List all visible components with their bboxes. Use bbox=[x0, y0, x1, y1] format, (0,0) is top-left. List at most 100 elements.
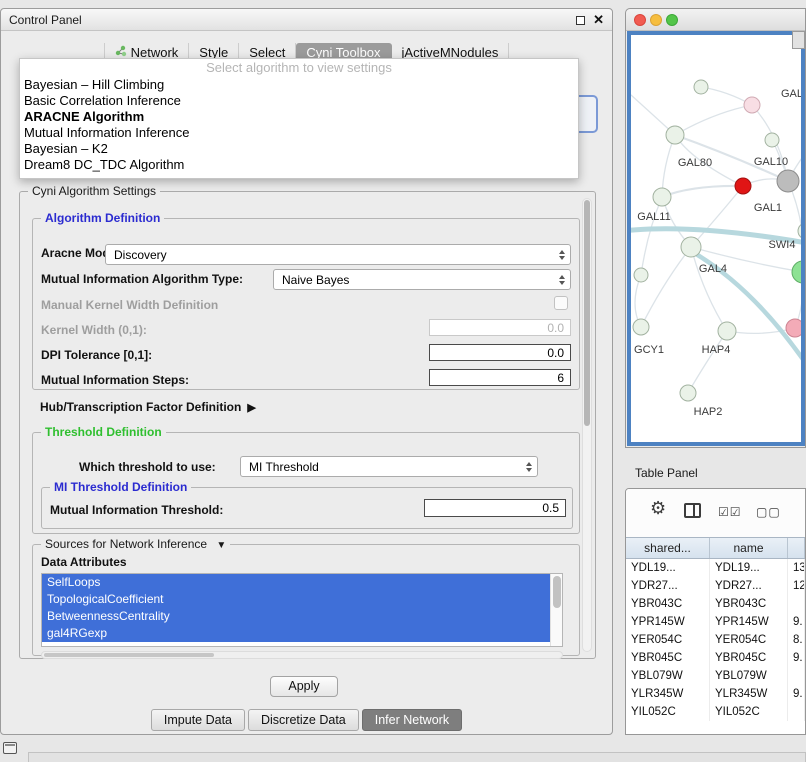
table-cell: 13 bbox=[788, 559, 805, 577]
close-icon[interactable]: ✕ bbox=[593, 12, 604, 28]
bottom-panel-edge bbox=[28, 752, 806, 762]
mi-type-select[interactable]: Naive Bayes bbox=[273, 269, 571, 290]
network-edge[interactable] bbox=[688, 331, 727, 393]
network-node[interactable] bbox=[777, 170, 799, 192]
network-edge[interactable] bbox=[641, 197, 662, 275]
network-node[interactable] bbox=[798, 223, 803, 239]
data-attribute-item[interactable]: BetweennessCentrality bbox=[42, 608, 550, 625]
table-row[interactable]: YPR145WYPR145W9. bbox=[626, 613, 805, 631]
bottom-tab-impute-data[interactable]: Impute Data bbox=[151, 709, 245, 731]
zoom-traffic-light[interactable] bbox=[666, 14, 678, 26]
network-node[interactable] bbox=[735, 178, 751, 194]
scrollbar-thumb[interactable] bbox=[553, 576, 561, 608]
manual-kernel-checkbox[interactable] bbox=[554, 296, 568, 310]
menu-item-bayesian-hill-climbing[interactable]: Bayesian – Hill Climbing bbox=[20, 77, 578, 93]
table-cell: YBL079W bbox=[710, 667, 788, 685]
table-cell bbox=[788, 703, 805, 721]
table-cell: YBR045C bbox=[710, 649, 788, 667]
network-node[interactable] bbox=[694, 80, 708, 94]
table-row[interactable]: YBR043CYBR043C bbox=[626, 595, 805, 613]
list-horizontal-scrollbar[interactable] bbox=[41, 651, 563, 659]
bottom-tab-infer-network[interactable]: Infer Network bbox=[362, 709, 462, 731]
table-header-row: shared...name bbox=[626, 537, 805, 559]
table-cell: YDR27... bbox=[626, 577, 710, 595]
list-vertical-scrollbar[interactable] bbox=[550, 574, 562, 646]
network-node[interactable] bbox=[681, 237, 701, 257]
network-canvas[interactable]: GALGAL80GAL10GAL1GAL11SWI4GAL4GCY1HAP4HA… bbox=[627, 31, 805, 446]
network-node[interactable] bbox=[653, 188, 671, 206]
network-tools-fragment bbox=[792, 31, 805, 49]
table-column-header[interactable] bbox=[788, 538, 805, 558]
data-attributes-list: SelfLoopsTopologicalCoefficientBetweenne… bbox=[41, 573, 563, 647]
scrollbar-thumb[interactable] bbox=[44, 653, 214, 657]
algorithm-definition-group: Algorithm Definition Aracne Mode: Discov… bbox=[32, 218, 580, 390]
table-row[interactable]: YDL19...YDL19...13 bbox=[626, 559, 805, 577]
network-edge[interactable] bbox=[641, 247, 691, 327]
menu-item-aracne-algorithm[interactable]: ARACNE Algorithm bbox=[20, 109, 578, 125]
network-edge[interactable] bbox=[691, 186, 743, 247]
scrollbar-thumb[interactable] bbox=[584, 200, 590, 426]
table-row[interactable]: YBL079WYBL079W bbox=[626, 667, 805, 685]
mi-type-label: Mutual Information Algorithm Type: bbox=[41, 272, 243, 286]
mi-steps-field[interactable]: 6 bbox=[429, 369, 571, 386]
deselect-columns-icon[interactable]: ▢▢ bbox=[756, 505, 781, 519]
close-traffic-light[interactable] bbox=[634, 14, 646, 26]
desktop: Control Panel ✕ NetworkStyleSelectCyni T… bbox=[0, 0, 806, 762]
network-node[interactable] bbox=[718, 322, 736, 340]
table-row[interactable]: YBR045CYBR045C9. bbox=[626, 649, 805, 667]
data-attribute-item[interactable]: SelfLoops bbox=[42, 574, 550, 591]
data-attribute-item[interactable]: gal4RGexp bbox=[42, 625, 550, 642]
network-node-label: HAP2 bbox=[694, 406, 723, 418]
minimize-traffic-light[interactable] bbox=[650, 14, 662, 26]
collapsed-panel-icon[interactable] bbox=[3, 742, 17, 754]
menu-item-basic-correlation-inference[interactable]: Basic Correlation Inference bbox=[20, 93, 578, 109]
table-toolbar: ⚙ ☑☑ ▢▢ bbox=[626, 489, 805, 537]
sources-group: Sources for Network Inference ▼ Data Att… bbox=[32, 544, 580, 656]
hub-definition-label: Hub/Transcription Factor Definition bbox=[40, 400, 241, 414]
select-columns-icon[interactable]: ☑☑ bbox=[718, 505, 742, 519]
threshold-definition-title: Threshold Definition bbox=[41, 425, 166, 439]
network-edge[interactable] bbox=[691, 247, 727, 331]
network-node[interactable] bbox=[633, 319, 649, 335]
network-node[interactable] bbox=[680, 385, 696, 401]
network-node[interactable] bbox=[765, 133, 779, 147]
network-edge[interactable] bbox=[662, 186, 743, 197]
table-cell: YDL19... bbox=[626, 559, 710, 577]
table-column-header[interactable]: shared... bbox=[626, 538, 710, 558]
mi-threshold-field[interactable]: 0.5 bbox=[424, 499, 566, 517]
aracne-mode-select[interactable]: Discovery bbox=[105, 244, 571, 265]
menu-item-mutual-information-inference[interactable]: Mutual Information Inference bbox=[20, 125, 578, 141]
kernel-width-field[interactable]: 0.0 bbox=[429, 319, 571, 336]
network-node[interactable] bbox=[666, 126, 684, 144]
network-node[interactable] bbox=[786, 319, 803, 337]
kernel-width-label: Kernel Width (0,1): bbox=[41, 323, 147, 337]
columns-icon[interactable] bbox=[684, 503, 701, 518]
table-cell: YLR345W bbox=[710, 685, 788, 703]
data-attribute-item[interactable]: TopologicalCoefficient bbox=[42, 591, 550, 608]
table-column-header[interactable]: name bbox=[710, 538, 788, 558]
network-edge[interactable] bbox=[662, 135, 675, 197]
apply-button[interactable]: Apply bbox=[270, 676, 338, 697]
bottom-tab-discretize-data[interactable]: Discretize Data bbox=[248, 709, 359, 731]
table-cell: YPR145W bbox=[626, 613, 710, 631]
expand-right-icon: ▶ bbox=[247, 402, 255, 414]
settings-vertical-scrollbar[interactable] bbox=[582, 198, 592, 652]
network-node-label: GAL4 bbox=[699, 263, 727, 275]
network-node[interactable] bbox=[634, 268, 648, 282]
aracne-mode-value: Discovery bbox=[114, 248, 167, 262]
menu-item-bayesian-k2[interactable]: Bayesian – K2 bbox=[20, 141, 578, 157]
table-row[interactable]: YDR27...YDR27...12 bbox=[626, 577, 805, 595]
table-row[interactable]: YIL052CYIL052C bbox=[626, 703, 805, 721]
network-edge[interactable] bbox=[675, 105, 752, 135]
menu-item-dream8-dc-tdc-algorithm[interactable]: Dream8 DC_TDC Algorithm bbox=[20, 157, 578, 173]
table-row[interactable]: YER054CYER054C8. bbox=[626, 631, 805, 649]
network-node[interactable] bbox=[744, 97, 760, 113]
which-threshold-select[interactable]: MI Threshold bbox=[240, 456, 538, 477]
hub-definition-toggle[interactable]: Hub/Transcription Factor Definition ▶ bbox=[40, 400, 256, 414]
gear-icon[interactable]: ⚙ bbox=[650, 498, 666, 519]
dpi-tolerance-field[interactable]: 0.0 bbox=[429, 344, 571, 361]
float-window-icon[interactable] bbox=[576, 16, 585, 25]
algorithm-select-menu: Select algorithm to view settings Bayesi… bbox=[19, 58, 579, 179]
table-row[interactable]: YLR345WYLR345W9. bbox=[626, 685, 805, 703]
network-node[interactable] bbox=[792, 261, 803, 283]
